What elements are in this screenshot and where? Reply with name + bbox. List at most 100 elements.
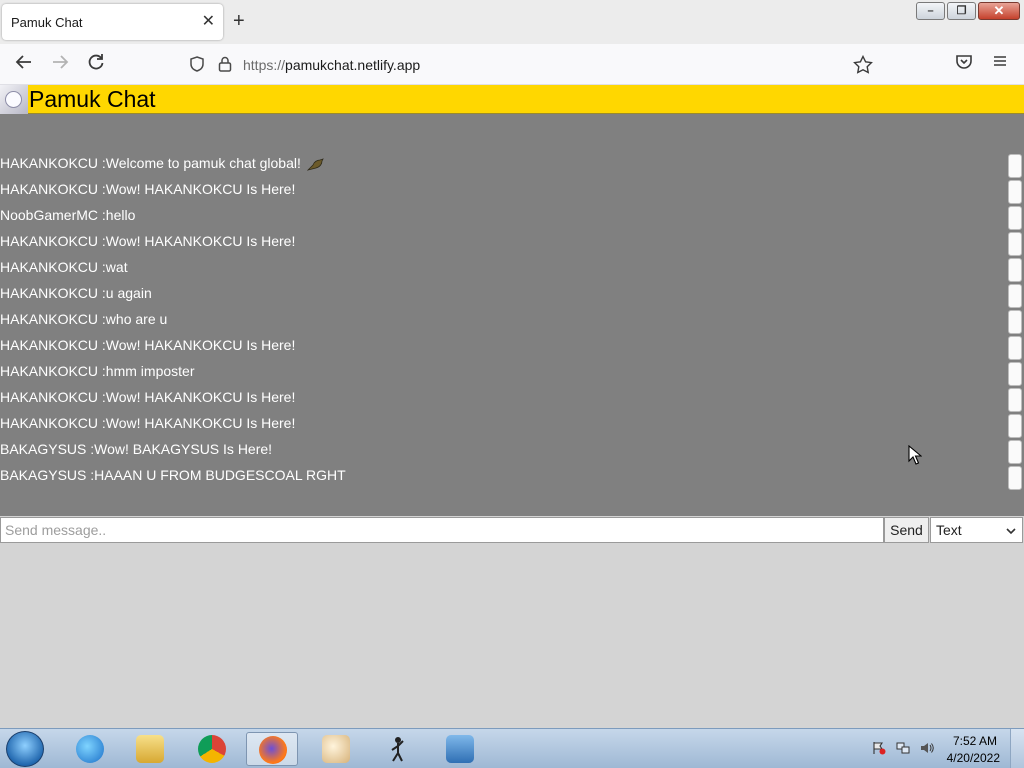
- scrollbar-segment[interactable]: [1008, 466, 1022, 490]
- chat-message: HAKANKOKCU :Wow! HAKANKOKCU Is Here!: [0, 178, 1000, 204]
- close-icon: ✕: [993, 3, 1005, 18]
- scrollbar-segment[interactable]: [1008, 440, 1022, 464]
- taskbar-app-button[interactable]: [186, 732, 238, 766]
- taskbar-app-button[interactable]: [372, 732, 424, 766]
- chat-message: HAKANKOKCU :wat: [0, 256, 1000, 282]
- composer: Send Text: [0, 517, 1024, 543]
- chat-message-text: NoobGamerMC :hello: [0, 207, 136, 223]
- chat-message-text: HAKANKOKCU :wat: [0, 259, 128, 275]
- chat-message-text: HAKANKOKCU :hmm imposter: [0, 363, 195, 379]
- chat-message-text: HAKANKOKCU :Wow! HAKANKOKCU Is Here!: [0, 415, 296, 431]
- chat-message-text: HAKANKOKCU :Wow! HAKANKOKCU Is Here!: [0, 337, 296, 353]
- scrollbar-segment[interactable]: [1008, 258, 1022, 282]
- pocket-icon[interactable]: [955, 52, 973, 70]
- chat-message-text: HAKANKOKCU :Wow! HAKANKOKCU Is Here!: [0, 389, 296, 405]
- chat-area: HAKANKOKCU :Welcome to pamuk chat global…: [0, 114, 1024, 516]
- mouse-cursor-icon: [908, 445, 922, 465]
- chat-message: BAKAGYSUS :HAAAN U FROM BUDGESCOAL RGHT: [0, 464, 1000, 490]
- scrollbar-segment[interactable]: [1008, 232, 1022, 256]
- chat-message: NoobGamerMC :hello: [0, 204, 1000, 230]
- chat-message-text: HAKANKOKCU :Wow! HAKANKOKCU Is Here!: [0, 181, 296, 197]
- window-controls: – ❐ ✕: [914, 2, 1020, 20]
- reload-icon[interactable]: [86, 52, 106, 72]
- firefox-icon: [259, 736, 287, 764]
- scrollbar-segment[interactable]: [1008, 206, 1022, 230]
- tab-close-icon[interactable]: ✕: [202, 12, 215, 32]
- chat-message-text: HAKANKOKCU :u again: [0, 285, 152, 301]
- action-center-flag-icon[interactable]: [872, 741, 886, 755]
- chat-message-text: HAKANKOKCU :Welcome to pamuk chat global…: [0, 155, 301, 171]
- clock-time[interactable]: 7:52 AM: [953, 734, 997, 748]
- chat-message: HAKANKOKCU :who are u: [0, 308, 1000, 334]
- minimize-icon: –: [927, 5, 934, 17]
- taskbar-app-button[interactable]: [124, 732, 176, 766]
- scrollbar-segment[interactable]: [1008, 310, 1022, 334]
- chat-message: HAKANKOKCU :Wow! HAKANKOKCU Is Here!: [0, 230, 1000, 256]
- restore-icon: ❐: [956, 5, 967, 17]
- lock-icon[interactable]: [217, 55, 233, 73]
- message-list: HAKANKOKCU :Welcome to pamuk chat global…: [0, 152, 1000, 490]
- chat-message-text: BAKAGYSUS :HAAAN U FROM BUDGESCOAL RGHT: [0, 467, 346, 483]
- new-tab-icon[interactable]: +: [233, 10, 245, 32]
- message-type-value: Text: [936, 522, 962, 538]
- show-desktop-button[interactable]: [1010, 729, 1024, 768]
- chat-message-text: BAKAGYSUS :Wow! BAKAGYSUS Is Here!: [0, 441, 273, 457]
- close-window-button[interactable]: ✕: [978, 2, 1020, 20]
- browser-tab[interactable]: Pamuk Chat ✕: [2, 4, 223, 40]
- minimize-button[interactable]: –: [916, 2, 945, 20]
- back-icon[interactable]: [14, 52, 34, 72]
- chrome-icon: [198, 735, 226, 763]
- clock-date[interactable]: 4/20/2022: [947, 751, 1000, 765]
- chat-message: HAKANKOKCU :Welcome to pamuk chat global…: [0, 152, 1000, 178]
- scrollbar-segment[interactable]: [1008, 362, 1022, 386]
- app-header: Pamuk Chat: [0, 85, 1024, 114]
- internet-explorer-icon: [76, 735, 104, 763]
- chat-scrollbar[interactable]: [1008, 154, 1022, 492]
- message-input[interactable]: [0, 517, 884, 543]
- tab-title: Pamuk Chat: [11, 15, 83, 30]
- bird-icon: [306, 158, 324, 171]
- forward-icon[interactable]: [50, 52, 70, 72]
- paint-icon: [322, 735, 350, 763]
- taskbar: 7:52 AM 4/20/2022: [0, 728, 1024, 768]
- taskbar-app-button[interactable]: [64, 732, 116, 766]
- taskbar-app-button[interactable]: [246, 732, 298, 766]
- chevron-down-icon: [1006, 528, 1016, 535]
- network-icon[interactable]: [896, 741, 910, 755]
- navigation-bar: https://pamukchat.netlify.app: [0, 44, 1024, 85]
- control-panel-icon: [446, 735, 474, 763]
- system-tray: 7:52 AM 4/20/2022: [864, 729, 1024, 768]
- url-scheme: https://: [243, 57, 286, 73]
- taskbar-app-button[interactable]: [310, 732, 362, 766]
- chat-message: HAKANKOKCU :hmm imposter: [0, 360, 1000, 386]
- menu-icon[interactable]: [991, 52, 1009, 70]
- chat-message: HAKANKOKCU :Wow! HAKANKOKCU Is Here!: [0, 412, 1000, 438]
- chat-message-text: HAKANKOKCU :Wow! HAKANKOKCU Is Here!: [0, 233, 296, 249]
- send-button[interactable]: Send: [884, 517, 929, 543]
- address-bar[interactable]: https://pamukchat.netlify.app: [180, 49, 880, 80]
- scrollbar-segment[interactable]: [1008, 336, 1022, 360]
- url-text[interactable]: https://pamukchat.netlify.app: [243, 57, 420, 73]
- browser-tab-bar: Pamuk Chat ✕ + – ❐ ✕: [0, 0, 1024, 44]
- restore-button[interactable]: ❐: [947, 2, 976, 20]
- chat-message: HAKANKOKCU :u again: [0, 282, 1000, 308]
- taskbar-app-button[interactable]: [434, 732, 486, 766]
- chat-message: HAKANKOKCU :Wow! HAKANKOKCU Is Here!: [0, 386, 1000, 412]
- scrollbar-segment[interactable]: [1008, 414, 1022, 438]
- app-title: Pamuk Chat: [29, 86, 156, 112]
- message-type-select[interactable]: Text: [930, 517, 1023, 543]
- chat-message-text: HAKANKOKCU :who are u: [0, 311, 168, 327]
- bookmark-star-icon[interactable]: [853, 55, 873, 74]
- scrollbar-segment[interactable]: [1008, 180, 1022, 204]
- scrollbar-segment[interactable]: [1008, 154, 1022, 178]
- app-logo: [0, 85, 28, 114]
- chat-message: BAKAGYSUS :Wow! BAKAGYSUS Is Here!: [0, 438, 1000, 464]
- chat-message: HAKANKOKCU :Wow! HAKANKOKCU Is Here!: [0, 334, 1000, 360]
- tracking-shield-icon[interactable]: [188, 55, 206, 73]
- scrollbar-segment[interactable]: [1008, 388, 1022, 412]
- stick-figure-app-icon: [384, 735, 412, 763]
- start-button[interactable]: [6, 731, 44, 767]
- scrollbar-segment[interactable]: [1008, 284, 1022, 308]
- volume-icon[interactable]: [920, 741, 934, 755]
- file-explorer-icon: [136, 735, 164, 763]
